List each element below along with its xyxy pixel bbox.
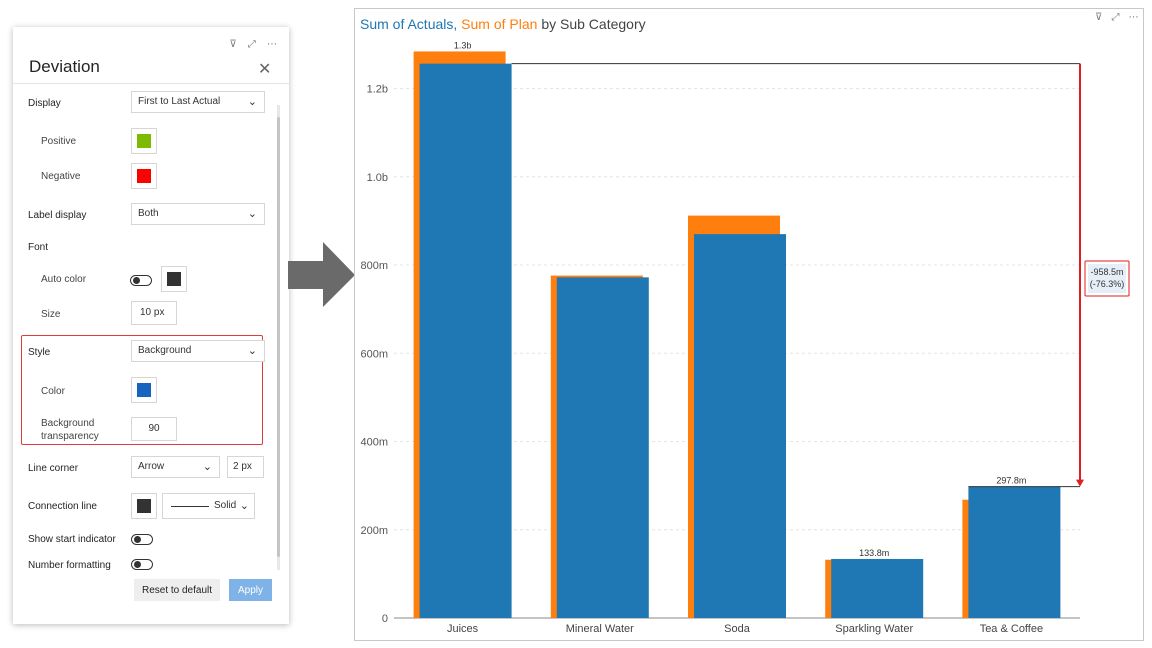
y-tick-label: 0 (382, 613, 388, 625)
background-color-picker[interactable] (131, 377, 157, 403)
connection-line-color-picker[interactable] (131, 493, 157, 519)
right-arrow-icon (288, 242, 355, 307)
deviation-value-label: -958.5m (1090, 267, 1123, 277)
y-tick-label: 800m (360, 260, 388, 272)
connection-line-color-swatch (137, 499, 151, 513)
y-tick-label: 1.2b (367, 84, 388, 96)
y-tick-label: 1.0b (367, 172, 388, 184)
x-tick-label: Sparkling Water (835, 623, 913, 635)
negative-color-picker[interactable] (131, 163, 157, 189)
line-corner-size-input[interactable]: 2 px (227, 456, 264, 478)
chevron-down-icon: ⌄ (202, 460, 212, 473)
auto-color-toggle[interactable] (130, 275, 152, 286)
bg-transparency-label-2: transparency (41, 431, 99, 442)
x-tick-label: Soda (724, 623, 751, 635)
line-corner-label: Line corner (28, 463, 79, 474)
actual-bar (419, 63, 512, 619)
line-style-preview (171, 506, 209, 507)
apply-button[interactable]: Apply (229, 579, 272, 601)
deviation-arrowhead (1076, 479, 1084, 487)
number-formatting-label: Number formatting (28, 560, 111, 571)
display-value: First to Last Actual (138, 96, 221, 107)
positive-label: Positive (41, 136, 77, 147)
label-display-value: Both (138, 208, 159, 219)
reset-to-default-button[interactable]: Reset to default (134, 579, 220, 601)
number-formatting-toggle[interactable] (131, 559, 153, 570)
positive-color-swatch (137, 134, 151, 148)
font-section-label: Font (28, 242, 49, 253)
style-dropdown[interactable]: Background ⌄ (131, 340, 265, 362)
data-label: 297.8m (996, 476, 1026, 486)
chevron-down-icon: ⌄ (247, 95, 257, 108)
panel-header-icons[interactable]: ⊽ ⤢ ⋯ (229, 39, 281, 50)
auto-color-label: Auto color (41, 274, 87, 285)
line-corner-value: Arrow (138, 461, 165, 472)
divider (13, 83, 289, 84)
font-size-input[interactable]: 10 px (131, 301, 177, 325)
scrollbar-thumb[interactable] (277, 117, 280, 557)
display-label: Display (28, 98, 61, 109)
style-label: Style (28, 347, 51, 358)
deviation-percent-label: (-76.3%) (1090, 279, 1125, 289)
show-start-indicator-label: Show start indicator (28, 534, 116, 545)
y-tick-label: 600m (360, 348, 388, 360)
toggle-knob (133, 277, 140, 284)
y-tick-label: 400m (360, 437, 388, 449)
y-tick-label: 200m (360, 525, 388, 537)
connection-line-style-value: Solid (214, 500, 237, 511)
chevron-down-icon: ⌄ (247, 344, 257, 357)
data-label: 133.8m (859, 548, 889, 558)
actual-bar (694, 234, 786, 619)
close-icon[interactable]: ✕ (258, 59, 271, 78)
chart-svg: 0 200m 400m 600m 800m 1.0b 1.2b Juices 1.3b Miner… (360, 40, 1130, 635)
connection-line-label: Connection line (28, 501, 97, 512)
x-tick-label: Tea & Coffee (980, 623, 1043, 635)
font-color-picker[interactable] (161, 266, 187, 292)
actual-bar (556, 277, 649, 618)
toggle-knob (134, 561, 141, 568)
positive-color-picker[interactable] (131, 128, 157, 154)
color-label: Color (41, 386, 65, 397)
data-label: 1.3b (454, 40, 472, 50)
size-label: Size (41, 309, 61, 320)
bg-transparency-input[interactable]: 90 (131, 417, 177, 441)
x-tick-label: Juices (447, 623, 479, 635)
actual-bar (831, 558, 924, 618)
chevron-down-icon: ⌄ (239, 499, 249, 512)
negative-color-swatch (137, 169, 151, 183)
display-dropdown[interactable]: First to Last Actual ⌄ (131, 91, 265, 113)
panel-title: Deviation (29, 57, 100, 76)
label-display-label: Label display (28, 210, 87, 221)
toggle-knob (134, 536, 141, 543)
show-start-indicator-toggle[interactable] (131, 534, 153, 545)
style-value: Background (138, 345, 192, 356)
line-corner-dropdown[interactable]: Arrow ⌄ (131, 456, 220, 478)
chevron-down-icon: ⌄ (247, 207, 257, 220)
negative-label: Negative (41, 171, 81, 182)
connection-line-style-dropdown[interactable]: Solid ⌄ (162, 493, 255, 519)
background-color-swatch (137, 383, 151, 397)
bg-transparency-label-1: Background (41, 418, 95, 429)
x-tick-label: Mineral Water (566, 623, 634, 635)
label-display-dropdown[interactable]: Both ⌄ (131, 203, 265, 225)
font-color-swatch (167, 272, 181, 286)
actual-bar (968, 486, 1061, 618)
